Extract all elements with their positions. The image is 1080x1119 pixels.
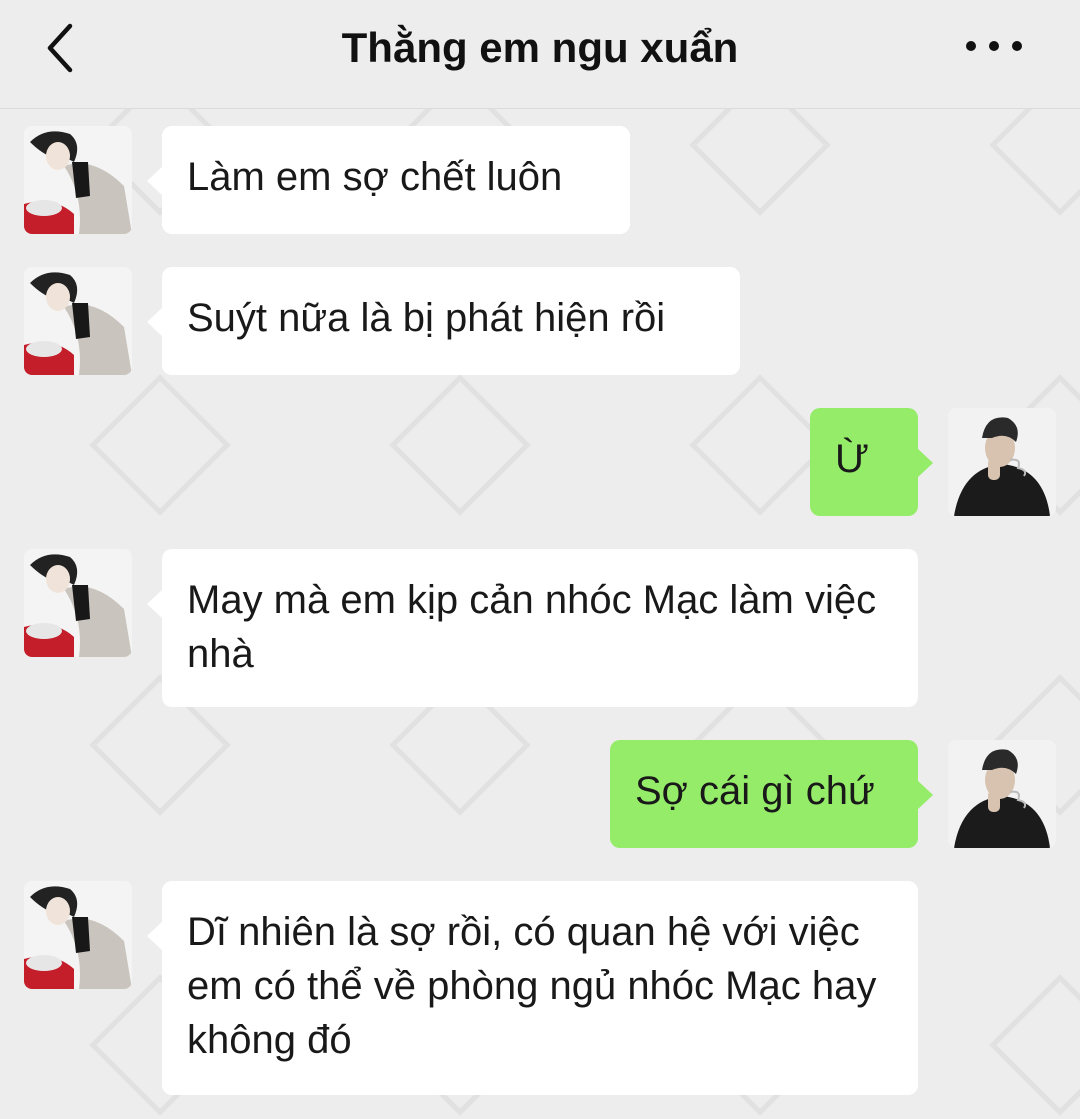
message-bubble[interactable]: Suýt nữa là bị phát hiện rồi xyxy=(147,267,740,375)
avatar-other[interactable] xyxy=(24,881,132,989)
avatar-other[interactable] xyxy=(24,126,132,234)
message-bubble[interactable]: Dĩ nhiên là sợ rồi, có quan hệ với việc … xyxy=(147,881,918,1095)
more-options-button[interactable] xyxy=(958,30,1030,62)
avatar-other[interactable] xyxy=(24,549,132,657)
avatar-me[interactable] xyxy=(948,408,1056,516)
message-text: May mà em kịp cản nhóc Mạc làm việc nhà xyxy=(187,578,877,676)
avatar-other[interactable] xyxy=(24,267,132,375)
chat-title: Thằng em ngu xuẩn xyxy=(341,24,739,71)
message-bubble[interactable]: Ừ xyxy=(810,408,933,516)
avatar-me[interactable] xyxy=(948,740,1056,848)
message-text: Dĩ nhiên là sợ rồi, có quan hệ với việc … xyxy=(187,910,877,1062)
message-bubble[interactable]: May mà em kịp cản nhóc Mạc làm việc nhà xyxy=(147,549,918,707)
message-text: Sợ cái gì chứ xyxy=(635,769,875,813)
chat-header: Thằng em ngu xuẩn xyxy=(0,0,1080,109)
back-button[interactable] xyxy=(40,18,84,78)
message-bubble[interactable]: Làm em sợ chết luôn xyxy=(147,126,630,234)
message-text: Ừ xyxy=(835,437,870,481)
message-text: Suýt nữa là bị phát hiện rồi xyxy=(187,296,666,340)
message-bubble[interactable]: Sợ cái gì chứ xyxy=(610,740,933,848)
more-horizontal-icon xyxy=(966,41,1022,51)
message-text: Làm em sợ chết luôn xyxy=(187,155,563,199)
chevron-left-icon xyxy=(47,23,73,73)
